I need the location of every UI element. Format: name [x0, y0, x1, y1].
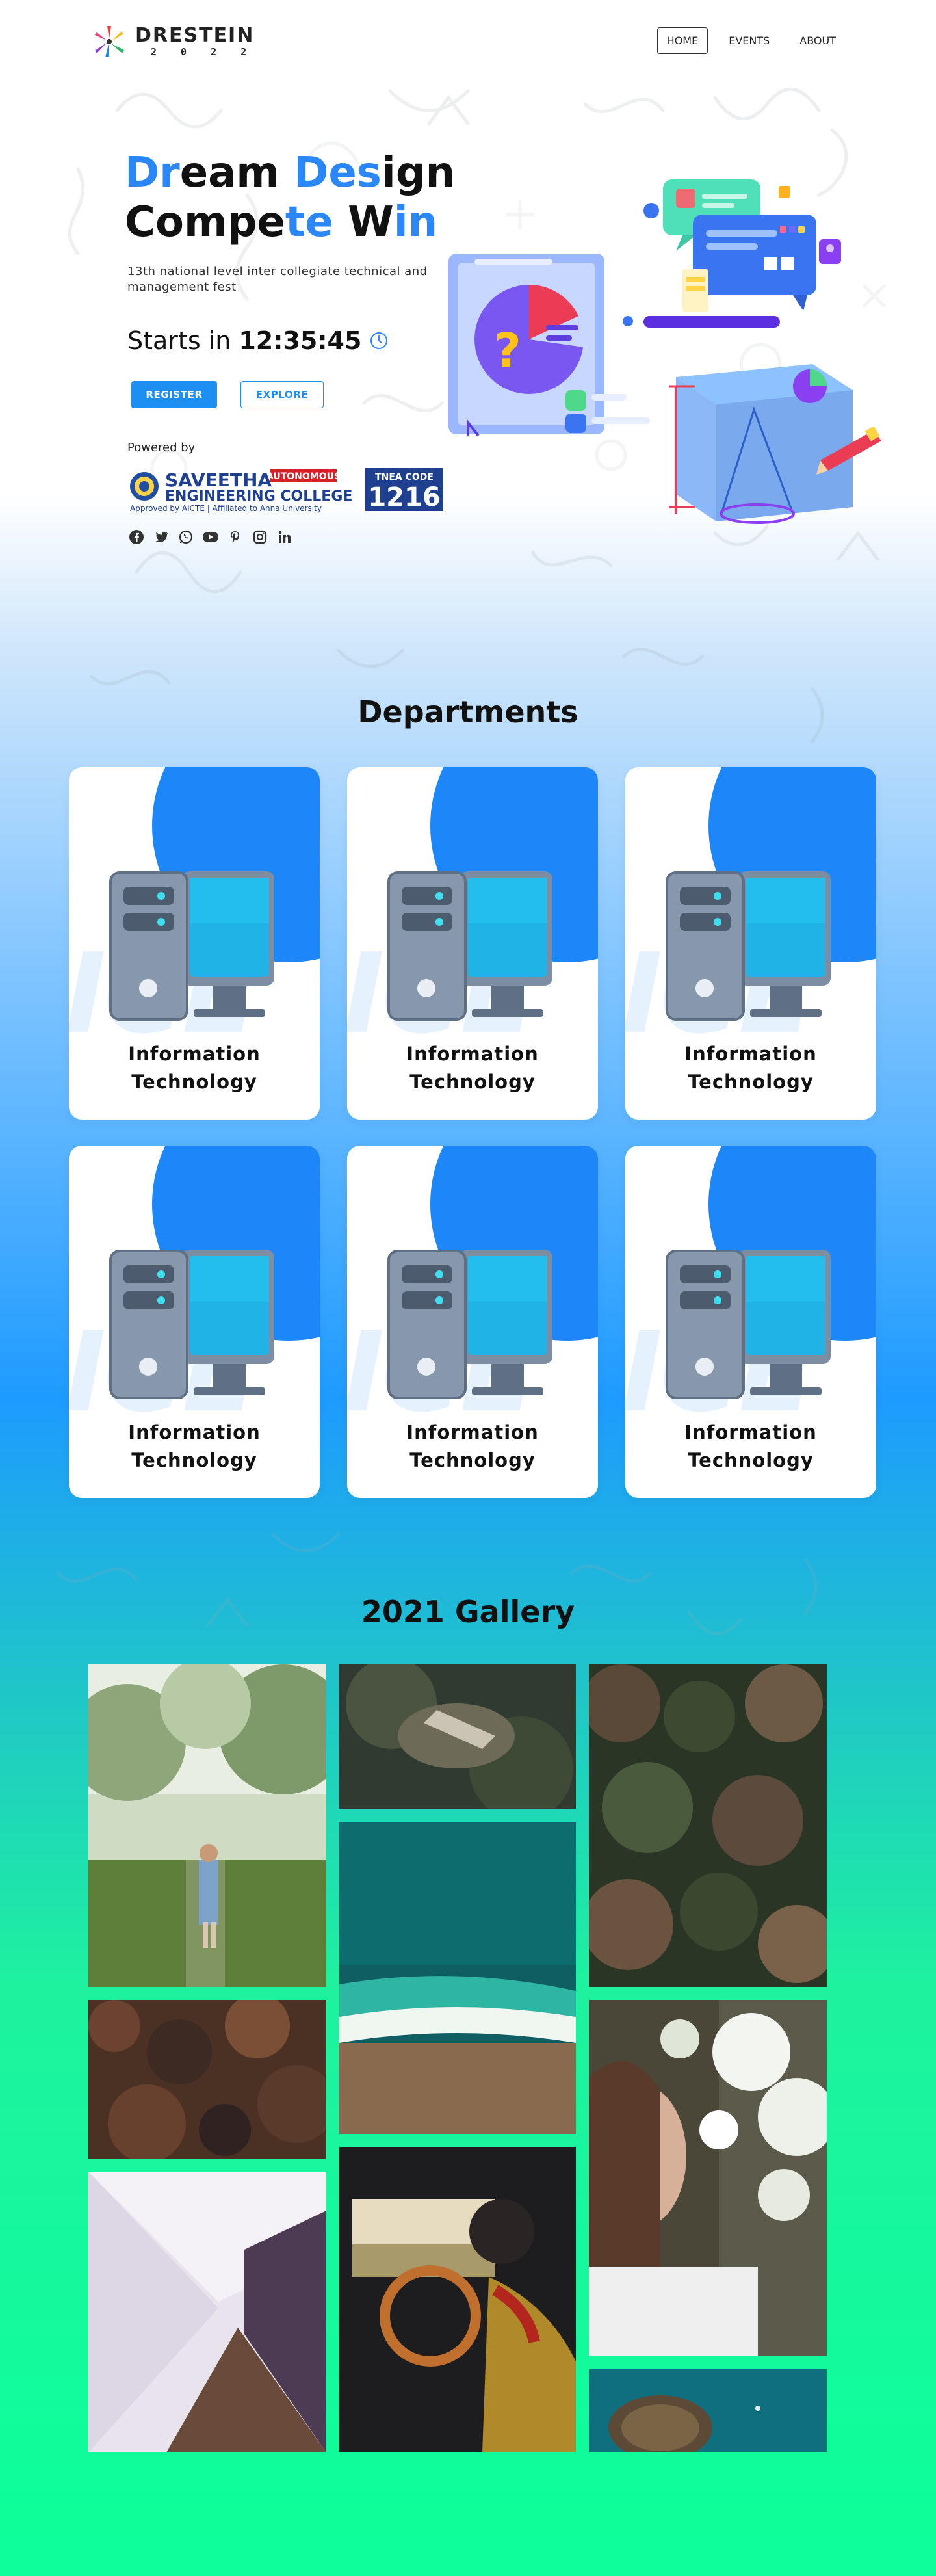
department-name-line2: Technology — [688, 1071, 814, 1093]
departments-title: Departments — [358, 694, 578, 729]
social-links — [129, 529, 292, 545]
gallery-photo-aerial-clearing[interactable] — [339, 1664, 576, 1809]
computer-icon — [109, 871, 274, 1021]
sponsor-approval: Approved by AICTE | Affiliated to Anna U… — [130, 504, 322, 513]
register-button[interactable]: REGISTER — [131, 381, 217, 408]
computer-icon — [109, 1250, 274, 1399]
department-name-line2: Technology — [688, 1449, 814, 1471]
department-name: Information Technology — [347, 1419, 598, 1475]
gallery-photo-woman-orchard[interactable] — [88, 1664, 326, 1987]
department-card[interactable]: ICE InformationTechnology — [625, 767, 876, 1120]
computer-icon — [387, 1250, 552, 1399]
clock-icon — [370, 332, 388, 349]
page: DRESTEIN 2 0 2 2 HOME EVENTS ABOUT Dream… — [0, 0, 936, 2576]
nav-links: HOME EVENTS ABOUT — [656, 27, 845, 54]
hero-title-part: te — [285, 198, 333, 246]
department-name-line2: Technology — [131, 1449, 257, 1471]
powered-by-label: Powered by — [127, 441, 196, 454]
star-logo-icon — [95, 26, 124, 57]
countdown-label: Starts in — [127, 326, 231, 355]
nav-about[interactable]: ABOUT — [790, 28, 845, 53]
whatsapp-icon[interactable] — [178, 529, 194, 545]
department-name: Information Technology — [625, 1419, 876, 1475]
sponsor-logo[interactable]: AUTONOMOUS SAVEETHA ENGINEERING COLLEGE … — [127, 467, 443, 514]
gallery-grid — [88, 1664, 827, 2452]
gallery-photo-aerial-beach[interactable] — [339, 1822, 576, 2134]
department-name-line1: Information — [684, 1421, 817, 1443]
department-name-line1: Information — [684, 1043, 817, 1065]
hero-subtitle: 13th national level inter collegiate tec… — [127, 265, 428, 294]
sponsor-code-label: TNEA CODE — [375, 472, 434, 482]
department-name-line2: Technology — [410, 1071, 536, 1093]
sponsor-name-line2: ENGINEERING COLLEGE — [165, 488, 352, 505]
sponsor-autonomous: AUTONOMOUS — [266, 471, 341, 482]
hero-title-part: Dr — [125, 149, 180, 197]
gallery-title: 2021 Gallery — [361, 1594, 575, 1629]
gallery-photo-aerial-rock[interactable] — [589, 2369, 827, 2452]
youtube-icon[interactable] — [203, 529, 218, 545]
instagram-icon[interactable] — [252, 529, 268, 545]
computer-icon — [666, 1250, 831, 1399]
department-name-line1: Information — [406, 1421, 539, 1443]
gallery-photo-aerial-autumn[interactable] — [88, 2000, 326, 2159]
computer-icon — [387, 871, 552, 1021]
hero-title-part: eam — [179, 149, 294, 197]
hero-illustration: ? — [448, 179, 881, 524]
department-card[interactable]: ICE InformationTechnology — [625, 1146, 876, 1498]
department-name-line1: Information — [128, 1043, 261, 1065]
gallery-photo-aerial-pines[interactable] — [589, 1664, 827, 1987]
countdown: Starts in 12:35:45 — [127, 326, 389, 355]
linkedin-icon[interactable] — [277, 529, 292, 545]
department-name: Information Technology — [347, 1040, 598, 1096]
department-card[interactable]: ICE InformationTechnology — [69, 1146, 320, 1498]
nav-events[interactable]: EVENTS — [720, 28, 779, 53]
gallery-photo-driver-car[interactable] — [339, 2147, 576, 2452]
gallery-photo-woman-blossoms[interactable] — [589, 2000, 827, 2356]
explore-button[interactable]: EXPLORE — [240, 381, 324, 408]
hero-title-part: De — [294, 149, 357, 197]
department-name: Information Technology — [69, 1040, 320, 1096]
hero-title-part: W — [333, 198, 394, 246]
department-card[interactable]: ICE InformationTechnology — [347, 1146, 598, 1498]
department-name-line2: Technology — [410, 1449, 536, 1471]
hero-title-part: in — [393, 198, 438, 246]
pinterest-icon[interactable] — [228, 529, 243, 545]
department-name-line2: Technology — [131, 1071, 257, 1093]
brand-name: DRESTEIN — [135, 24, 255, 47]
department-name: Information Technology — [625, 1040, 876, 1096]
department-name-line1: Information — [128, 1421, 261, 1443]
department-card[interactable]: ICE InformationTechnology — [69, 767, 320, 1120]
brand-logo[interactable]: DRESTEIN 2 0 2 2 — [91, 23, 255, 60]
sponsor-code-value: 1216 — [368, 482, 440, 512]
svg-text:?: ? — [494, 323, 521, 378]
brand-year: 2 0 2 2 — [151, 46, 256, 58]
facebook-icon[interactable] — [129, 529, 144, 545]
computer-icon — [666, 871, 831, 1021]
department-name-line1: Information — [406, 1043, 539, 1065]
department-card[interactable]: ICE InformationTechnology — [347, 767, 598, 1120]
hero-title-part: s — [356, 149, 382, 197]
gallery-photo-white-tunnel[interactable] — [88, 2172, 326, 2452]
hero-title: Dream Design Compete Win — [125, 148, 455, 247]
hero-title-part: Compe — [125, 198, 285, 246]
countdown-time: 12:35:45 — [239, 326, 362, 355]
top-nav: DRESTEIN 2 0 2 2 HOME EVENTS ABOUT — [0, 0, 936, 85]
nav-home[interactable]: HOME — [656, 27, 708, 54]
department-name: Information Technology — [69, 1419, 320, 1475]
hero-title-part: ign — [381, 149, 456, 197]
twitter-icon[interactable] — [153, 529, 169, 545]
